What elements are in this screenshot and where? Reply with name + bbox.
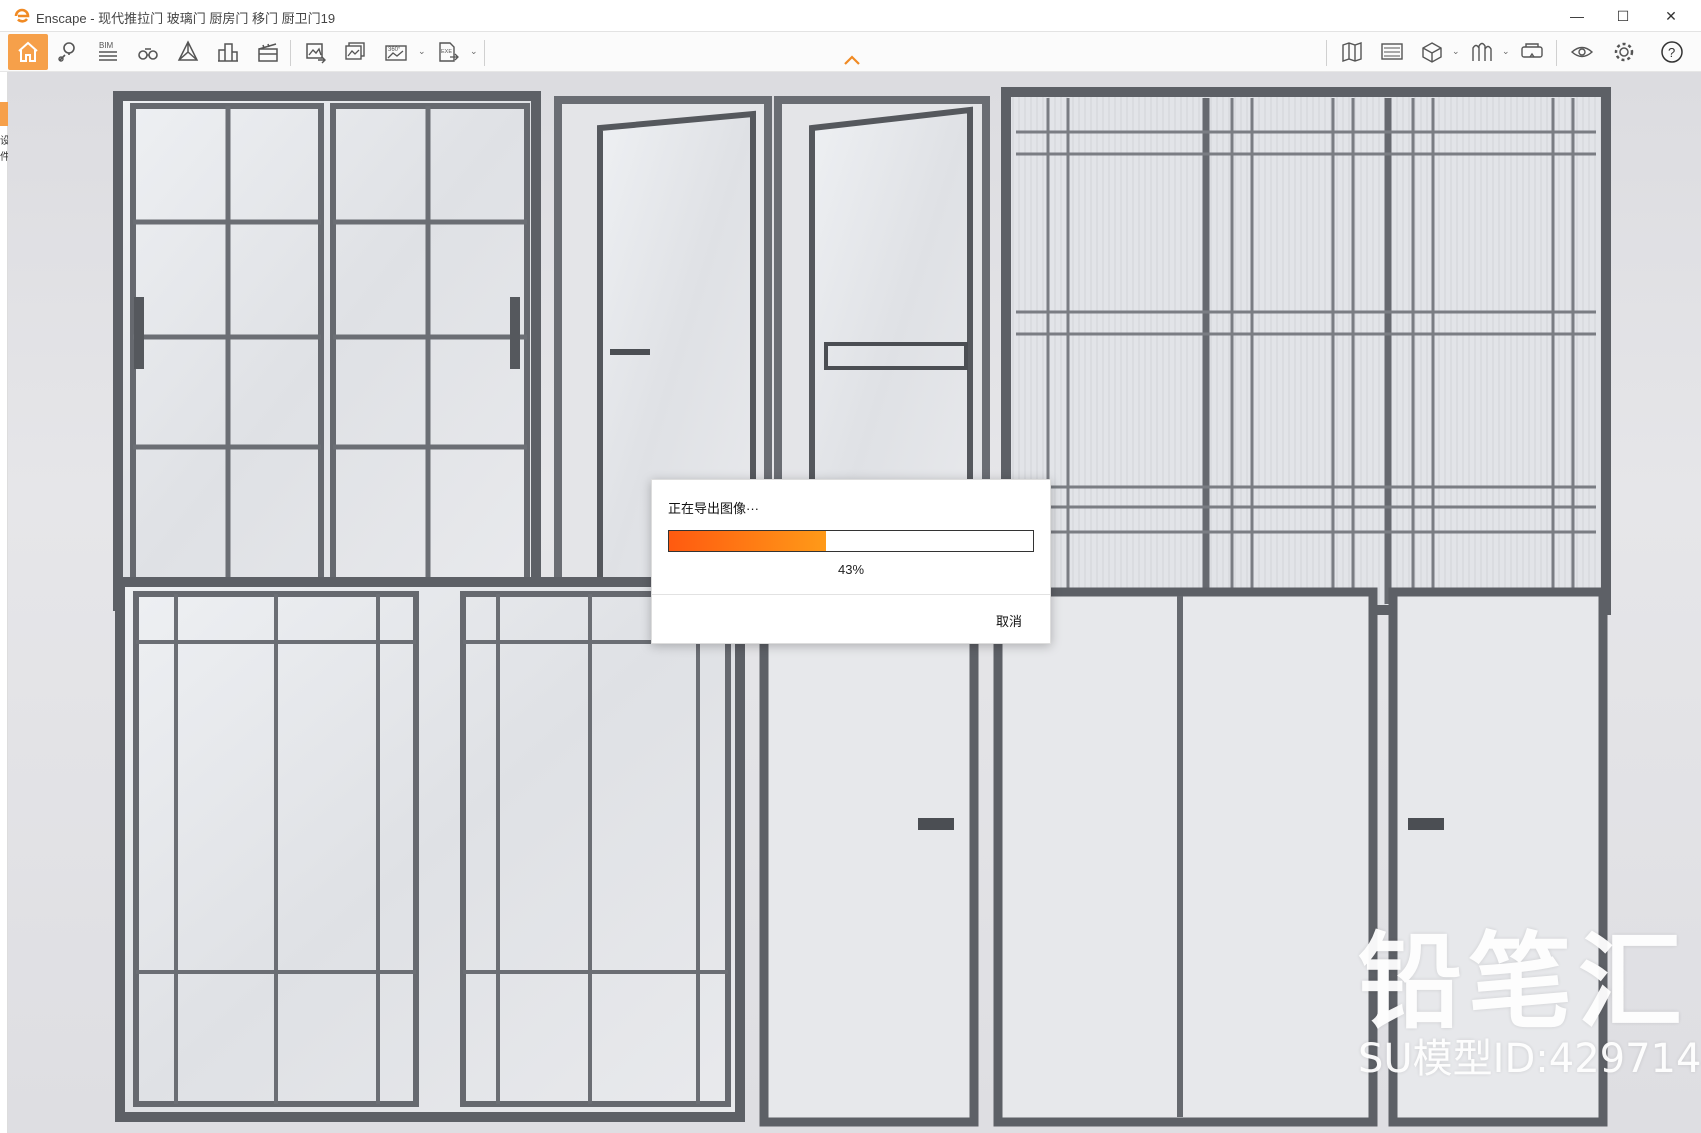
chevron-down-icon[interactable]: ⌄	[470, 46, 478, 57]
export-progress-dialog: 正在导出图像··· 43% 取消	[651, 479, 1051, 644]
batch-render-button[interactable]	[340, 36, 372, 68]
asset-library-icon	[1422, 42, 1442, 63]
map-icon	[1342, 42, 1362, 62]
panorama-button[interactable]: 360°	[380, 36, 412, 68]
settings-button[interactable]	[1608, 36, 1640, 68]
window-title: Enscape - 现代推拉门 玻璃门 厨房门 移门 厨卫门19	[36, 11, 336, 26]
svg-text:BIM: BIM	[99, 41, 114, 50]
svg-text:?: ?	[1668, 45, 1675, 60]
close-button[interactable]: ✕	[1648, 0, 1694, 32]
enscape-logo-icon	[14, 8, 30, 23]
watermark-model-id: SU模型ID:429714	[1358, 1036, 1701, 1082]
video-button[interactable]	[252, 36, 284, 68]
bim-icon: BIM	[99, 41, 117, 61]
toolbar-separator	[1326, 40, 1327, 66]
panorama-360-icon: 360°	[385, 45, 407, 61]
maximize-button[interactable]: ☐	[1600, 0, 1646, 32]
location-button[interactable]	[52, 36, 84, 68]
asset-library-button[interactable]	[1416, 36, 1448, 68]
cancel-button[interactable]: 取消	[996, 611, 1022, 630]
door-swing-solid	[759, 587, 979, 1127]
slideshow-icon	[1381, 43, 1403, 60]
progress-bar	[668, 530, 1034, 552]
export-status-message: 正在导出图像···	[668, 501, 759, 516]
vr-headset-icon	[1521, 43, 1543, 58]
batch-render-icon	[345, 42, 365, 60]
minimize-button[interactable]: —	[1554, 0, 1600, 32]
eye-icon	[1570, 46, 1594, 58]
binoculars-button[interactable]	[132, 36, 164, 68]
door-sliding-triple-lattice	[1001, 87, 1611, 615]
map-button[interactable]	[1336, 36, 1368, 68]
collapse-toolbar-chevron-icon[interactable]	[840, 50, 864, 70]
settings-icon	[1614, 42, 1634, 62]
dialog-divider	[652, 594, 1050, 595]
chevron-down-icon[interactable]: ⌄	[1452, 46, 1460, 57]
help-icon: ?	[1661, 41, 1683, 63]
bim-button[interactable]: BIM	[92, 36, 124, 68]
visibility-button[interactable]	[1566, 36, 1598, 68]
export-exe-icon: EXE	[439, 42, 459, 62]
svg-text:EXE: EXE	[441, 49, 452, 55]
selection-marker	[0, 102, 8, 126]
vr-button[interactable]	[1516, 36, 1548, 68]
home-button[interactable]	[8, 34, 48, 70]
render-image-icon	[306, 43, 326, 64]
help-button[interactable]: ?	[1656, 36, 1688, 68]
material-icon	[1472, 42, 1492, 61]
buildings-icon	[218, 43, 238, 62]
home-icon	[18, 41, 38, 62]
progress-fill	[669, 531, 826, 551]
watermark-brand: 铅笔汇	[1358, 921, 1689, 1043]
door-sliding-bottom-left	[115, 577, 745, 1122]
clapperboard-icon	[258, 43, 278, 62]
door-sliding-double-plain	[993, 587, 1378, 1127]
toolbar-separator	[290, 40, 291, 66]
brand-watermark: 铅笔汇 SU模型ID:429714	[1358, 927, 1701, 1081]
title-bar: Enscape - 现代推拉门 玻璃门 厨房门 移门 厨卫门19 — ☐ ✕	[0, 0, 1701, 32]
chevron-down-icon[interactable]: ⌄	[418, 46, 426, 57]
host-window-edge: 设 件	[0, 72, 10, 1133]
binoculars-icon	[138, 48, 158, 60]
location-pin-icon	[58, 42, 75, 62]
door-sliding-grid	[113, 91, 541, 611]
svg-text:360°: 360°	[388, 47, 401, 53]
progress-percent: 43%	[837, 562, 865, 577]
chevron-down-icon[interactable]: ⌄	[1502, 46, 1510, 57]
slideshow-button[interactable]	[1376, 36, 1408, 68]
export-exe-button[interactable]: EXE	[432, 36, 464, 68]
render-image-button[interactable]	[300, 36, 332, 68]
buildings-button[interactable]	[212, 36, 244, 68]
toolbar-separator	[484, 40, 485, 66]
toolbar-separator	[1556, 40, 1557, 66]
material-button[interactable]	[1466, 36, 1498, 68]
perspective-button[interactable]	[172, 36, 204, 68]
perspective-icon	[177, 40, 199, 61]
